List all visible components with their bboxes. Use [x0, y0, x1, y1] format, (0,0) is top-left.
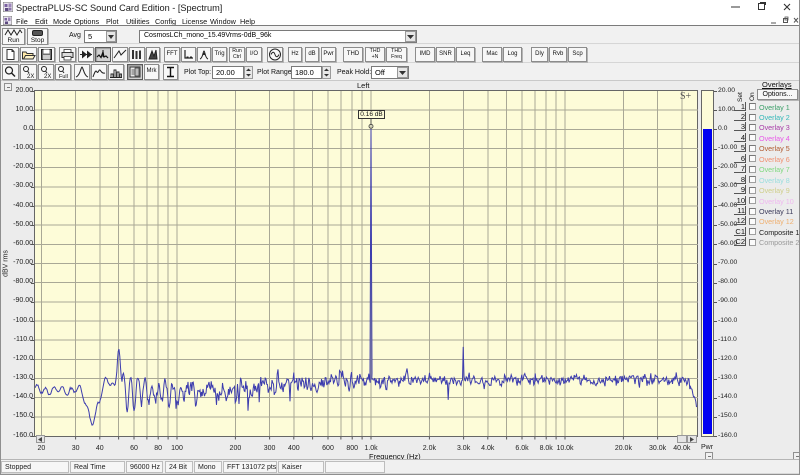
svg-text:2X: 2X: [44, 74, 51, 79]
svg-text:Full: Full: [59, 74, 68, 79]
svg-text:2X: 2X: [27, 74, 34, 79]
